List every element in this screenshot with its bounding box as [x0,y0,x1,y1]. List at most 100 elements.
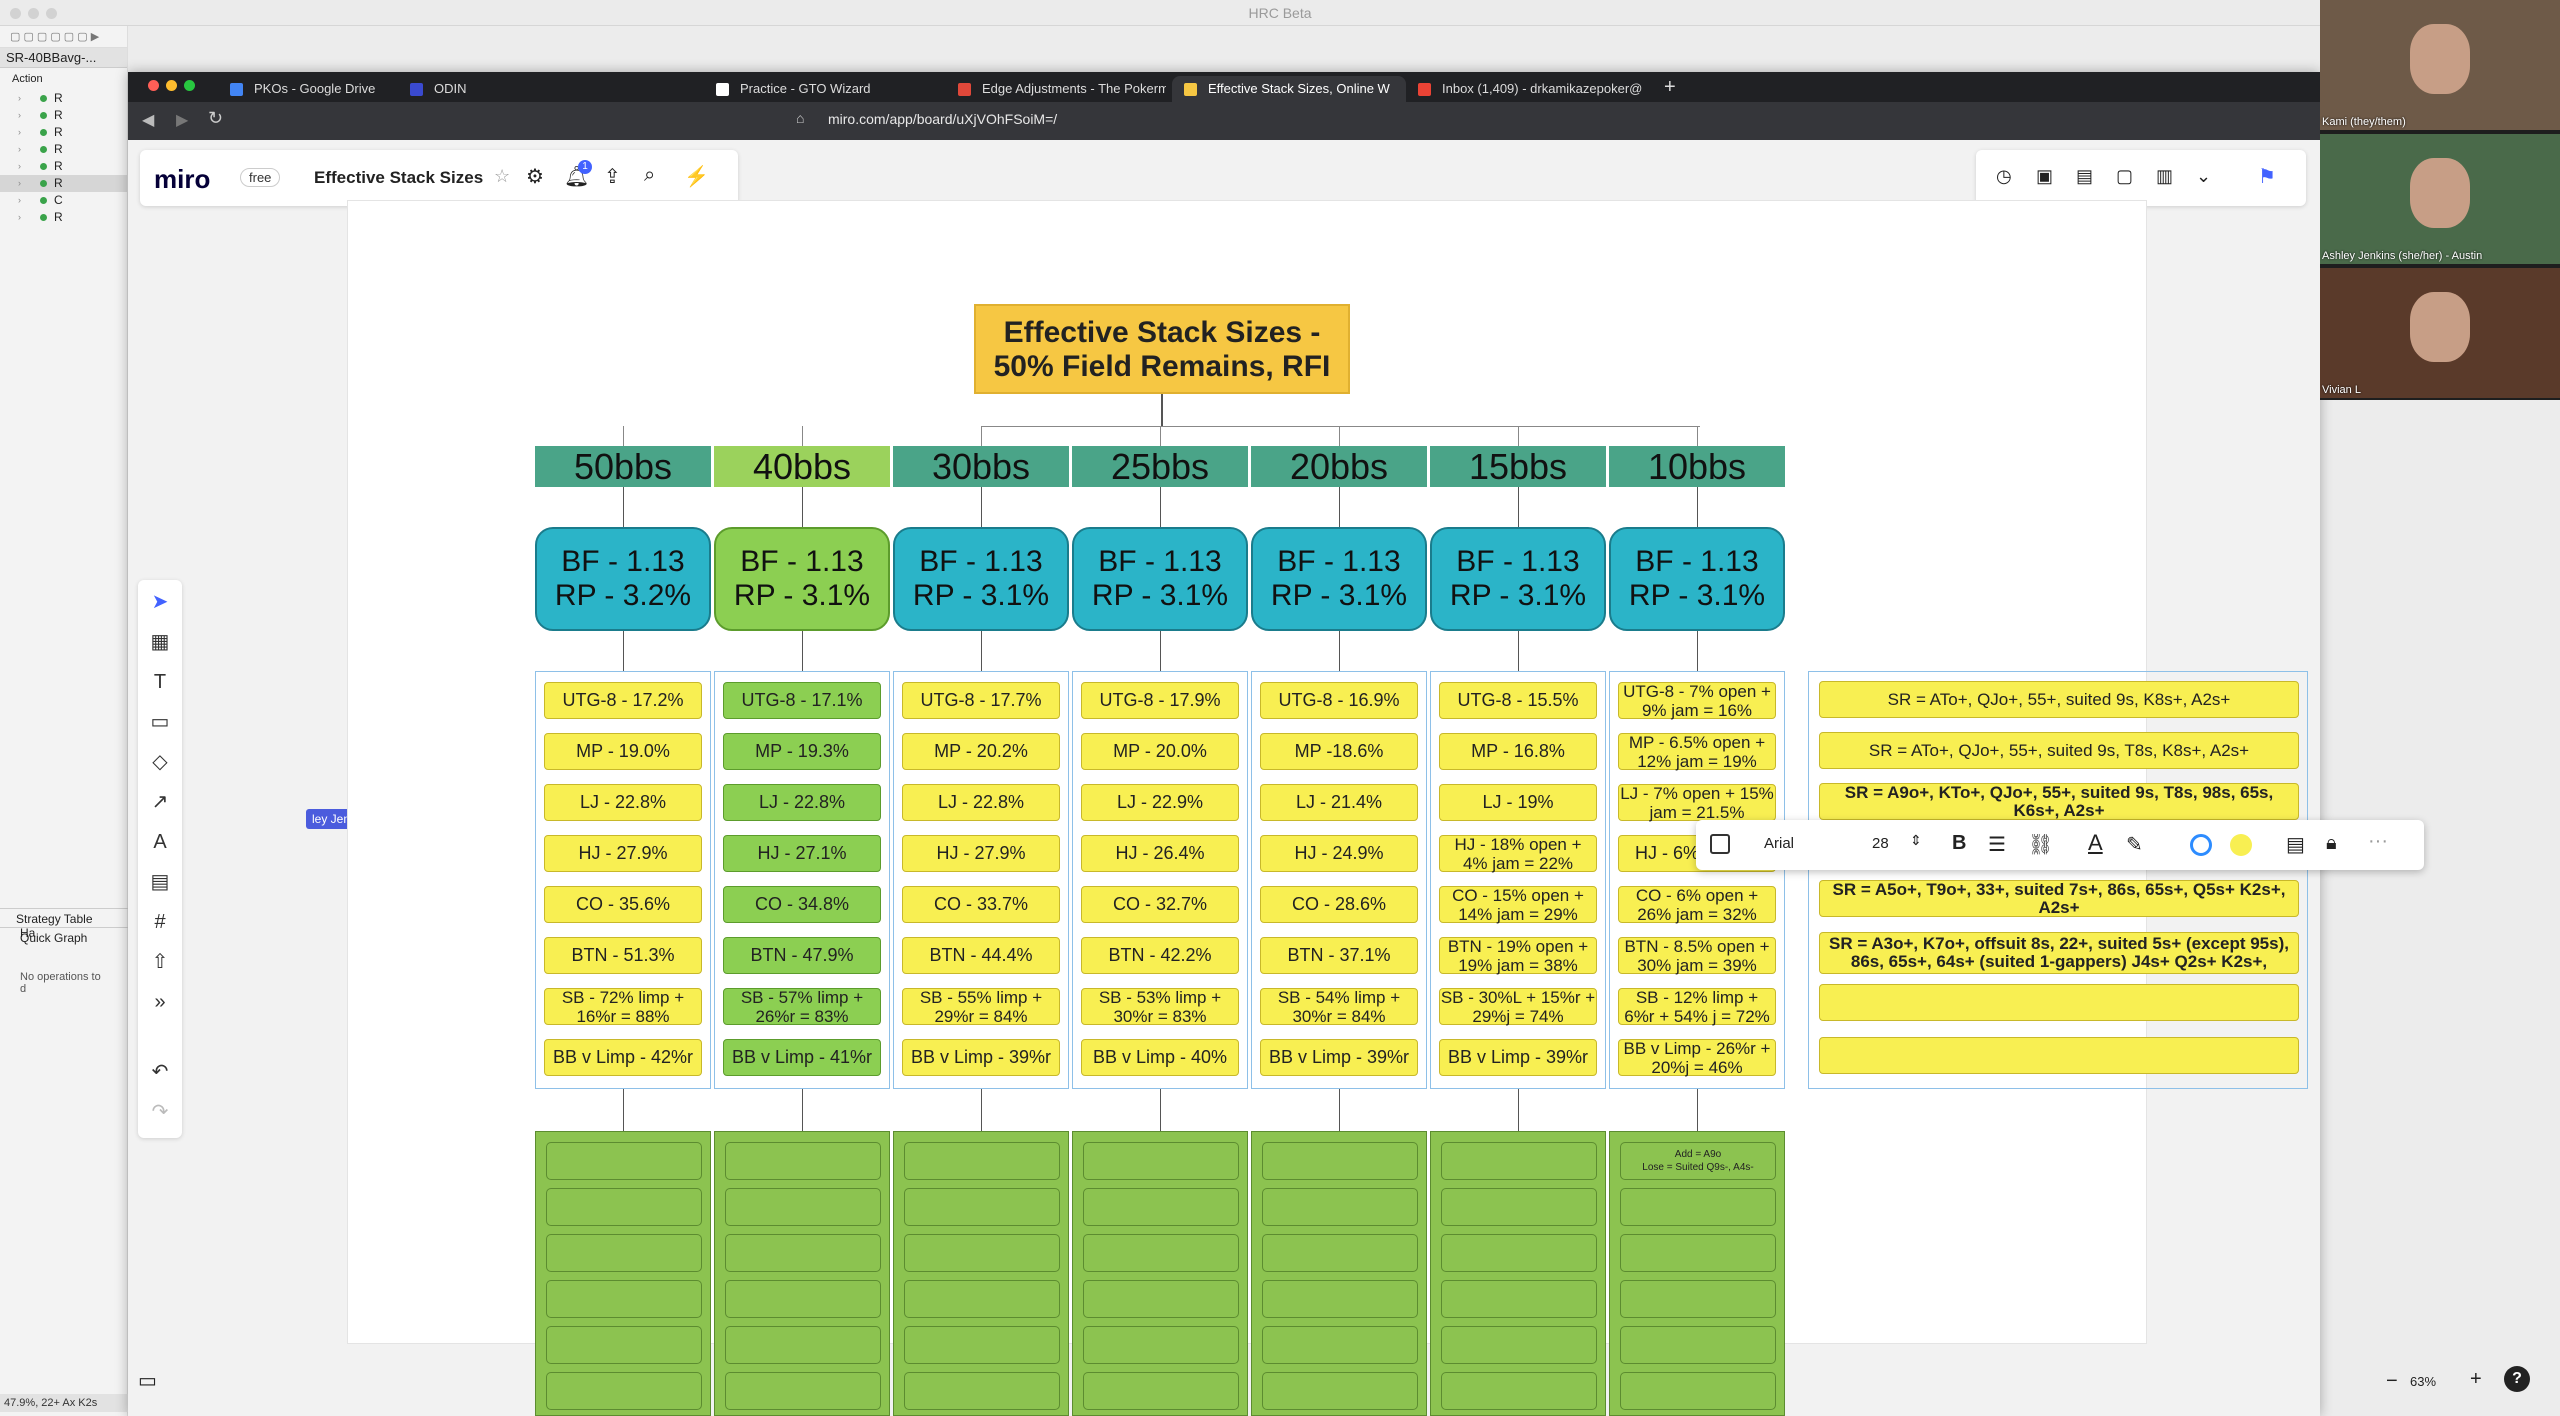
bubble-factor-box[interactable]: BF - 1.13 RP - 3.1% [1609,527,1785,631]
adjustment-slot[interactable] [1262,1234,1418,1272]
stack-size-header[interactable]: 20bbs [1251,446,1427,487]
adjustment-slot[interactable] [1262,1326,1418,1364]
more-tools-icon[interactable]: » [148,990,172,1014]
zoom-level[interactable]: 63% [2410,1374,2436,1389]
rfi-position-cell[interactable]: BTN - 8.5% open + 30% jam = 39% [1618,937,1776,975]
rfi-position-cell[interactable]: BB v Limp - 42%r [544,1039,702,1076]
adjustment-slot[interactable] [1620,1234,1776,1272]
adjustment-slot[interactable] [725,1234,881,1272]
rfi-position-cell[interactable]: HJ - 27.9% [902,835,1060,872]
rfi-position-cell[interactable]: CO - 15% open + 14% jam = 29% [1439,886,1597,924]
rfi-position-cell[interactable]: CO - 33.7% [902,886,1060,923]
shape-tool-icon[interactable]: ◇ [148,750,172,774]
font-size-input[interactable]: 28 [1872,835,1889,852]
rfi-position-cell[interactable]: CO - 6% open + 26% jam = 32% [1618,886,1776,924]
adjustment-slot[interactable] [725,1188,881,1226]
adjustment-slot[interactable] [1620,1280,1776,1318]
link-icon[interactable]: ⛓ [2028,832,2053,857]
adjustment-frame[interactable] [1072,1131,1248,1416]
rfi-position-cell[interactable]: BB v Limp - 26%r + 20%j = 46% [1618,1039,1776,1077]
starting-range-cell[interactable]: SR = ATo+, QJo+, 55+, suited 9s, K8s+, A… [1819,681,2299,718]
adjustment-slot[interactable] [725,1280,881,1318]
adjustment-slot[interactable] [904,1142,1060,1180]
adjustment-slot[interactable] [1620,1326,1776,1364]
stack-size-header[interactable]: 10bbs [1609,446,1785,487]
rfi-position-cell[interactable]: MP -18.6% [1260,733,1418,770]
timer-icon[interactable]: ◷ [1996,166,2012,187]
sticky-note-tool-icon[interactable]: ▭ [148,710,172,734]
pen-tool-icon[interactable]: A [148,830,172,854]
browser-tab[interactable]: ODIN [398,76,558,102]
adjustment-slot[interactable] [546,1188,702,1226]
vote-icon[interactable]: ▣ [2036,166,2053,187]
adjustment-slot[interactable] [1262,1142,1418,1180]
starting-range-cell[interactable]: SR = A9o+, KTo+, QJo+, 55+, suited 9s, T… [1819,783,2299,820]
video-tile[interactable]: Ashley Jenkins (she/her) - Austin [2320,134,2560,264]
bubble-factor-box[interactable]: BF - 1.13 RP - 3.2% [535,527,711,631]
rfi-position-cell[interactable]: MP - 19.3% [723,733,881,770]
adjustment-slot[interactable] [1441,1280,1597,1318]
adjustment-slot[interactable] [1262,1280,1418,1318]
comment-icon[interactable]: ▢ [2116,166,2133,187]
rfi-position-cell[interactable]: BTN - 47.9% [723,937,881,974]
rfi-position-cell[interactable]: LJ - 19% [1439,784,1597,821]
rfi-position-cell[interactable]: UTG-8 - 17.1% [723,682,881,719]
hrc-tree-item[interactable]: › R [0,90,127,107]
rfi-position-cell[interactable]: UTG-8 - 17.7% [902,682,1060,719]
shape-style-icon[interactable] [1710,834,1730,854]
rfi-position-cell[interactable]: UTG-8 - 15.5% [1439,682,1597,719]
rfi-position-cell[interactable]: CO - 35.6% [544,886,702,923]
rfi-position-cell[interactable]: UTG-8 - 17.9% [1081,682,1239,719]
adjustment-slot[interactable] [1441,1188,1597,1226]
rfi-position-cell[interactable]: SB - 54% limp + 30%r = 84% [1260,988,1418,1026]
rfi-position-cell[interactable]: LJ - 22.9% [1081,784,1239,821]
adjustment-slot[interactable] [1441,1142,1597,1180]
rfi-position-cell[interactable]: CO - 32.7% [1081,886,1239,923]
rfi-position-cell[interactable]: UTG-8 - 17.2% [544,682,702,719]
rfi-position-cell[interactable]: SB - 30%L + 15%r + 29%j = 74% [1439,988,1597,1026]
rfi-position-cell[interactable]: UTG-8 - 7% open + 9% jam = 16% [1618,682,1776,720]
rfi-frame[interactable]: UTG-8 - 7% open + 9% jam = 16% MP - 6.5% … [1609,671,1785,1089]
rfi-position-cell[interactable]: HJ - 24.9% [1260,835,1418,872]
adjustment-slot[interactable] [904,1234,1060,1272]
undo-icon[interactable]: ↶ [148,1060,172,1084]
rfi-position-cell[interactable]: HJ - 27.1% [723,835,881,872]
rfi-position-cell[interactable]: MP - 20.2% [902,733,1060,770]
adjustment-slot[interactable] [1262,1372,1418,1410]
help-icon[interactable]: ? [2504,1366,2530,1392]
rfi-position-cell[interactable]: HJ - 18% open + 4% jam = 22% [1439,835,1597,873]
rfi-position-cell[interactable]: SB - 57% limp + 26%r = 83% [723,988,881,1026]
adjustment-slot[interactable] [1620,1188,1776,1226]
video-tile[interactable]: Kami (they/them) [2320,0,2560,130]
rfi-position-cell[interactable]: LJ - 22.8% [723,784,881,821]
rfi-position-cell[interactable]: CO - 34.8% [723,886,881,923]
star-icon[interactable]: ☆ [494,166,510,187]
rfi-position-cell[interactable]: MP - 16.8% [1439,733,1597,770]
notes-icon[interactable]: ▥ [2156,166,2173,187]
adjustment-slot[interactable] [904,1372,1060,1410]
rfi-position-cell[interactable]: BB v Limp - 39%r [1439,1039,1597,1076]
adjustment-slot[interactable] [1262,1188,1418,1226]
comment-tool-icon[interactable]: ▤ [148,870,172,894]
adjustment-slot[interactable] [546,1280,702,1318]
stack-size-header[interactable]: 50bbs [535,446,711,487]
adjustment-frame[interactable] [535,1131,711,1416]
rfi-frame[interactable]: UTG-8 - 17.9% MP - 20.0% LJ - 22.9% HJ - 26… [1072,671,1248,1089]
hrc-tree-item[interactable]: › R [0,141,127,158]
adjustment-slot[interactable] [1620,1372,1776,1410]
adjustment-slot[interactable] [1441,1372,1597,1410]
align-icon[interactable]: ☰ [1988,832,2006,857]
redo-icon[interactable]: ↷ [148,1100,172,1124]
browser-close-button[interactable] [148,80,159,91]
present-icon[interactable]: ▤ [2076,166,2093,187]
rfi-position-cell[interactable]: LJ - 21.4% [1260,784,1418,821]
rfi-frame[interactable]: UTG-8 - 17.2% MP - 19.0% LJ - 22.8% HJ - 27… [535,671,711,1089]
rfi-frame[interactable]: UTG-8 - 16.9% MP -18.6% LJ - 21.4% HJ - 24.… [1251,671,1427,1089]
sidebar-toggle-icon[interactable]: ▭ [138,1368,157,1393]
close-window-button[interactable] [10,8,21,19]
plugin-icon[interactable]: ⚡ [684,164,709,189]
board-title-shape[interactable]: Effective Stack Sizes - 50% Field Remain… [974,304,1350,394]
browser-tab[interactable]: Edge Adjustments - The Pokermix [946,76,1166,102]
hrc-tree-item[interactable]: › R [0,124,127,141]
browser-tab[interactable]: Practice - GTO Wizard [704,76,924,102]
